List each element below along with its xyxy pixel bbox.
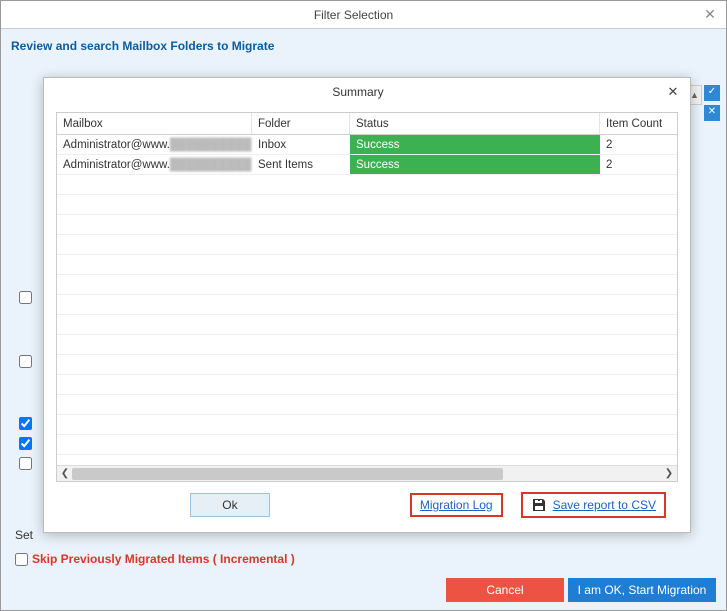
footer-buttons: Cancel I am OK, Start Migration bbox=[446, 578, 716, 602]
cancel-button[interactable]: Cancel bbox=[446, 578, 564, 602]
save-report-csv-link[interactable]: Save report to CSV bbox=[553, 498, 656, 512]
summary-footer: Ok Migration Log Save report to CSV bbox=[56, 482, 678, 528]
skip-previously-migrated-checkbox[interactable]: Skip Previously Migrated Items ( Increme… bbox=[15, 552, 295, 566]
migration-log-link-box: Migration Log bbox=[410, 493, 503, 517]
cell-item-count: 2 bbox=[600, 135, 677, 154]
column-mailbox[interactable]: Mailbox bbox=[57, 113, 252, 134]
scrollbar-track[interactable] bbox=[72, 468, 662, 480]
scroll-right-icon[interactable]: ❯ bbox=[662, 467, 676, 481]
cell-mailbox: Administrator@www.██████████ bbox=[57, 135, 252, 154]
summary-body: Mailbox Folder Status Item Count Adminis… bbox=[44, 106, 690, 532]
close-icon[interactable]: ✕ bbox=[700, 6, 720, 23]
summary-title: Summary bbox=[52, 85, 664, 99]
summary-table-rows: Administrator@www.██████████ Inbox Succe… bbox=[57, 135, 677, 465]
ok-button[interactable]: Ok bbox=[190, 493, 270, 517]
status-badge: Success bbox=[350, 135, 600, 154]
option-checkbox-1[interactable] bbox=[19, 291, 32, 306]
start-migration-button[interactable]: I am OK, Start Migration bbox=[568, 578, 716, 602]
horizontal-scrollbar[interactable]: ❮ ❯ bbox=[57, 465, 677, 481]
settings-label-cutoff: Set bbox=[15, 528, 33, 542]
summary-dialog: Summary ✕ Mailbox Folder Status Item Cou… bbox=[43, 77, 691, 533]
cell-status: Success bbox=[350, 135, 600, 154]
scroll-left-icon[interactable]: ❮ bbox=[58, 467, 72, 481]
cell-status: Success bbox=[350, 155, 600, 174]
status-badge: Success bbox=[350, 155, 600, 174]
close-icon[interactable]: ✕ bbox=[664, 84, 682, 100]
skip-checkbox-input[interactable] bbox=[15, 553, 28, 566]
migration-log-link[interactable]: Migration Log bbox=[420, 498, 493, 512]
table-row[interactable]: Administrator@www.██████████ Sent Items … bbox=[57, 155, 677, 175]
scrollbar-thumb[interactable] bbox=[72, 468, 503, 480]
uncheck-all-button[interactable]: ✕ bbox=[704, 105, 720, 121]
option-checkbox-3[interactable] bbox=[19, 417, 32, 432]
column-item-count[interactable]: Item Count bbox=[600, 113, 677, 134]
filter-selection-title: Filter Selection bbox=[7, 8, 700, 22]
cell-folder: Sent Items bbox=[252, 155, 350, 174]
cell-item-count: 2 bbox=[600, 155, 677, 174]
summary-table-header: Mailbox Folder Status Item Count bbox=[57, 113, 677, 135]
cell-mailbox: Administrator@www.██████████ bbox=[57, 155, 252, 174]
option-checkbox-2[interactable] bbox=[19, 355, 32, 370]
skip-label: Skip Previously Migrated Items ( Increme… bbox=[32, 552, 295, 566]
save-icon bbox=[531, 497, 547, 513]
column-status[interactable]: Status bbox=[350, 113, 600, 134]
cell-folder: Inbox bbox=[252, 135, 350, 154]
filter-selection-heading: Review and search Mailbox Folders to Mig… bbox=[11, 35, 716, 61]
check-all-button[interactable]: ✓ bbox=[704, 85, 720, 101]
option-checkbox-5[interactable] bbox=[19, 457, 32, 472]
summary-table: Mailbox Folder Status Item Count Adminis… bbox=[56, 112, 678, 482]
filter-selection-titlebar: Filter Selection ✕ bbox=[1, 1, 726, 29]
option-checkbox-4[interactable] bbox=[19, 437, 32, 452]
save-csv-link-box: Save report to CSV bbox=[521, 492, 666, 518]
summary-titlebar: Summary ✕ bbox=[44, 78, 690, 106]
table-row[interactable]: Administrator@www.██████████ Inbox Succe… bbox=[57, 135, 677, 155]
column-folder[interactable]: Folder bbox=[252, 113, 350, 134]
